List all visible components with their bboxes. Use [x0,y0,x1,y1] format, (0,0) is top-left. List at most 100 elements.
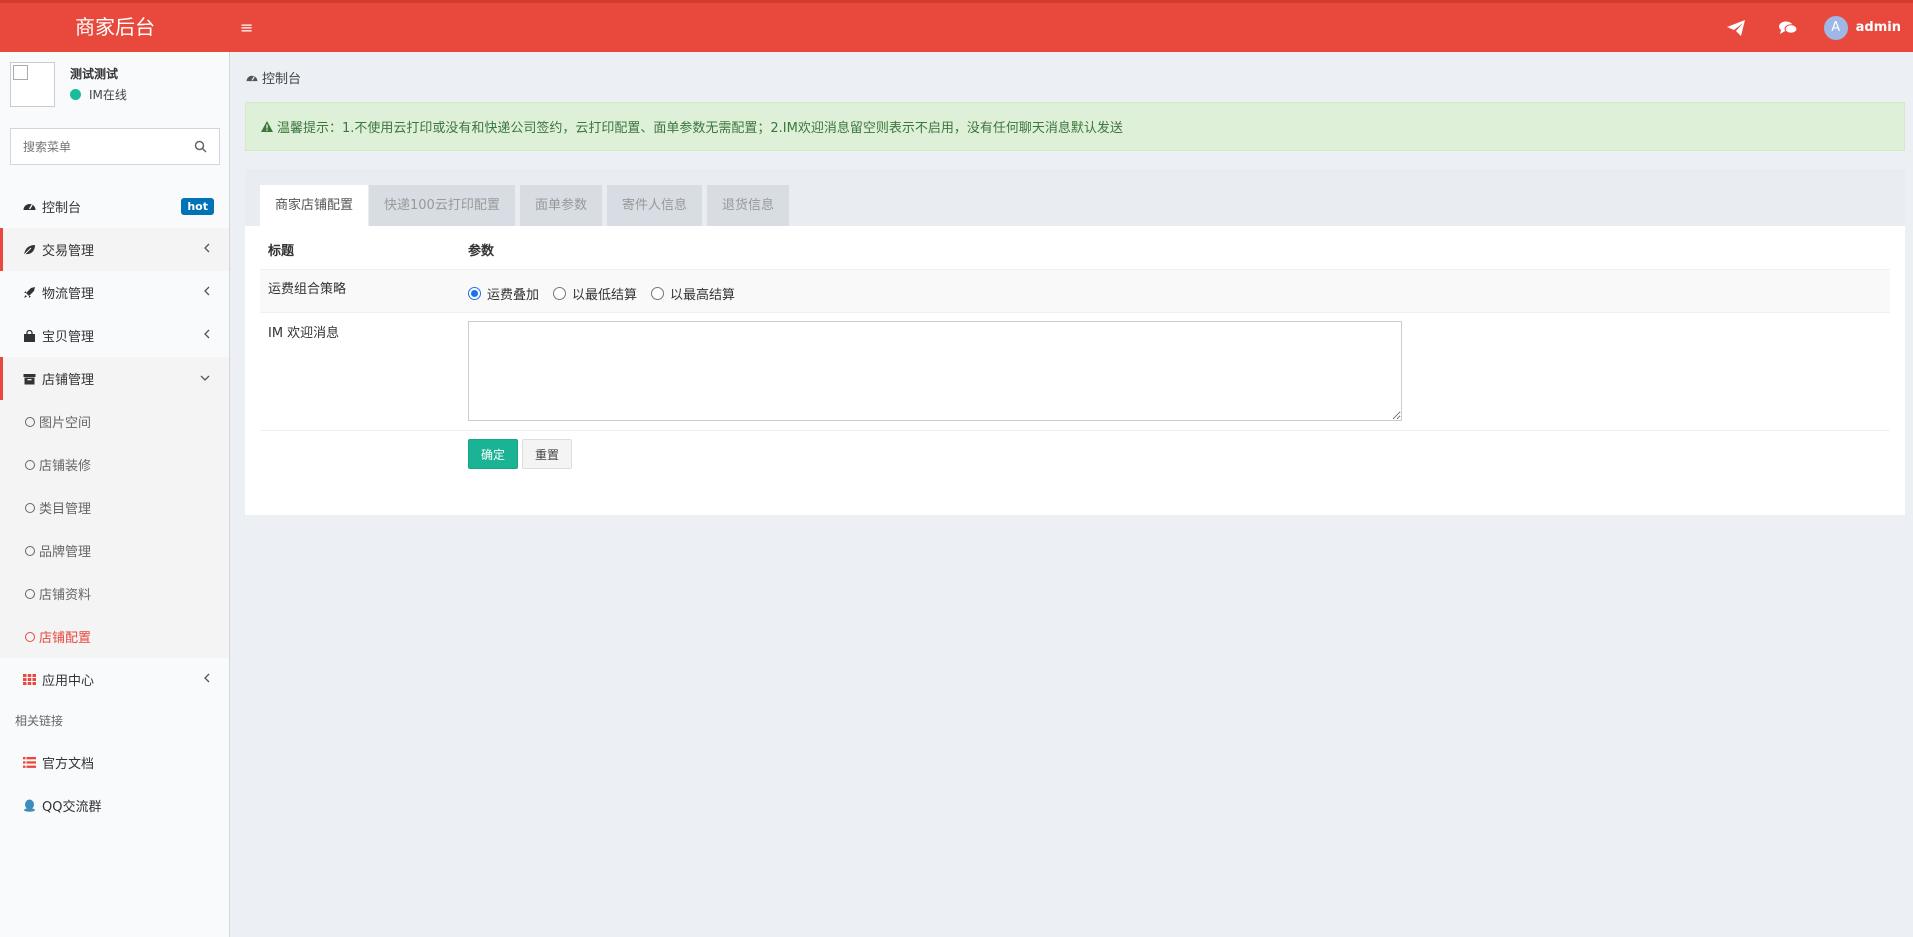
sidebar-link-label: QQ交流群 [42,800,102,815]
sidebar-link-docs[interactable]: 官方文档 [0,741,229,784]
user-panel: 测试测试 IM在线 [0,52,229,114]
comments-icon[interactable] [1762,3,1814,52]
tab-shop-config[interactable]: 商家店铺配置 [260,185,369,226]
circle-icon [25,545,35,556]
tab-bar: 商家店铺配置 快递100云打印配置 面单参数 寄件人信息 退货信息 [245,169,1905,226]
tab-waybill-params[interactable]: 面单参数 [520,185,603,226]
chevron-down-icon [199,371,211,386]
chevron-left-icon [203,242,211,258]
breadcrumb[interactable]: 控制台 [246,68,301,87]
circle-icon [25,631,35,642]
shopping-bag-icon [22,329,36,343]
tip-alert: 温馨提示：1.不使用云打印或没有和快递公司签约，云打印配置、面单参数无需配置；2… [245,102,1905,151]
online-status: IM在线 [70,86,127,103]
strategy-label: 运费组合策略 [268,282,347,297]
shop-submenu: 图片空间 店铺装修 类目管理 品牌管理 店铺资料 店铺配置 [0,400,229,658]
paper-plane-icon[interactable] [1710,3,1762,52]
col-param: 参数 [468,244,495,259]
rocket-icon [22,286,36,300]
sidebar-item-apps[interactable]: 应用中心 [0,658,229,701]
chevron-left-icon [203,672,211,688]
submenu-label: 品牌管理 [39,545,92,560]
submenu-item-brand[interactable]: 品牌管理 [0,529,229,572]
form-actions: 确定 重置 [468,439,572,469]
leaf-icon [22,243,36,257]
links-header: 相关链接 [15,714,64,728]
sidebar-item-dashboard[interactable]: 控制台 hot [0,185,229,228]
sidebar-item-logistics[interactable]: 物流管理 [0,271,229,314]
search-icon[interactable] [194,140,207,157]
chevron-left-icon [203,328,211,344]
sidebar-link-label: 官方文档 [42,757,95,772]
hot-badge: hot [181,198,214,215]
avatar: A [1823,15,1848,40]
circle-icon [25,459,35,470]
table-row: IM 欢迎消息 [260,313,1890,431]
radio-label: 运费叠加 [487,288,540,303]
radio-icon[interactable] [651,287,665,300]
navbar-right: A admin [1710,3,1913,52]
tab-sender-info[interactable]: 寄件人信息 [607,185,703,226]
circle-icon [25,416,35,427]
sidebar-item-goods[interactable]: 宝贝管理 [0,314,229,357]
sidebar-toggle-icon[interactable]: ≡ [240,3,253,52]
warning-icon [261,121,273,132]
radio-label: 以最低结算 [572,288,638,303]
sidebar: 测试测试 IM在线 控制台 hot 交易管理 [0,52,230,937]
sidebar-item-label: 控制台 [42,201,82,216]
tab-return-info[interactable]: 退货信息 [707,185,790,226]
config-panel: 商家店铺配置 快递100云打印配置 面单参数 寄件人信息 退货信息 标题 参数 … [245,169,1905,515]
radio-max[interactable]: 以最高结算 [651,284,735,303]
sidebar-item-shop[interactable]: 店铺管理 [0,357,229,400]
submenu-item-profile[interactable]: 店铺资料 [0,572,229,615]
submenu-label: 类目管理 [39,502,92,517]
submenu-item-config[interactable]: 店铺配置 [0,615,229,658]
menu-search [10,128,220,165]
tab-cloud-print[interactable]: 快递100云打印配置 [369,185,515,226]
breadcrumb-label: 控制台 [262,72,302,87]
status-text: IM在线 [89,88,127,102]
user-name: admin [1855,20,1901,35]
dashboard-icon [246,73,258,83]
sidebar-item-trade[interactable]: 交易管理 [0,228,229,271]
shop-avatar [10,62,55,107]
sidebar-item-label: 应用中心 [42,674,95,689]
dashboard-icon [22,200,36,214]
sidebar-menu: 控制台 hot 交易管理 物流管理 宝贝管理 店铺管理 图片空间 店铺装修 类目… [0,185,229,827]
grid-icon [22,673,36,687]
sidebar-item-label: 店铺管理 [42,373,95,388]
sidebar-item-label: 宝贝管理 [42,330,95,345]
archive-icon [22,372,36,386]
reset-button[interactable]: 重置 [522,439,572,469]
radio-sum[interactable]: 运费叠加 [468,284,539,303]
submenu-item-image-space[interactable]: 图片空间 [0,400,229,443]
user-menu[interactable]: A admin [1814,3,1913,52]
sidebar-item-label: 交易管理 [42,244,95,259]
submenu-item-category[interactable]: 类目管理 [0,486,229,529]
im-welcome-textarea[interactable] [468,321,1402,421]
submenu-label: 店铺配置 [39,631,92,646]
confirm-button[interactable]: 确定 [468,439,518,469]
sidebar-link-qq[interactable]: QQ交流群 [0,784,229,827]
strategy-radio-group: 运费叠加 以最低结算 以最高结算 [468,284,749,303]
qq-icon [22,799,36,813]
top-navbar: 商家后台 ≡ A admin [0,0,1913,52]
submenu-label: 店铺资料 [39,588,92,603]
radio-icon[interactable] [553,287,567,300]
search-input[interactable] [11,129,181,164]
submenu-label: 店铺装修 [39,459,92,474]
im-label: IM 欢迎消息 [268,326,340,341]
submenu-item-decoration[interactable]: 店铺装修 [0,443,229,486]
sidebar-item-label: 物流管理 [42,287,95,302]
table-header: 标题 参数 [260,226,1890,269]
shop-name: 测试测试 [70,67,119,81]
alert-text: 温馨提示：1.不使用云打印或没有和快递公司签约，云打印配置、面单参数无需配置；2… [277,121,1123,136]
radio-checked-icon[interactable] [468,287,481,300]
main-content: 控制台 温馨提示：1.不使用云打印或没有和快递公司签约，云打印配置、面单参数无需… [230,52,1913,937]
col-title: 标题 [268,244,295,259]
radio-min[interactable]: 以最低结算 [553,284,637,303]
circle-icon [25,502,35,513]
list-icon [22,756,36,770]
status-dot-icon [70,89,81,100]
app-logo[interactable]: 商家后台 [0,3,230,52]
